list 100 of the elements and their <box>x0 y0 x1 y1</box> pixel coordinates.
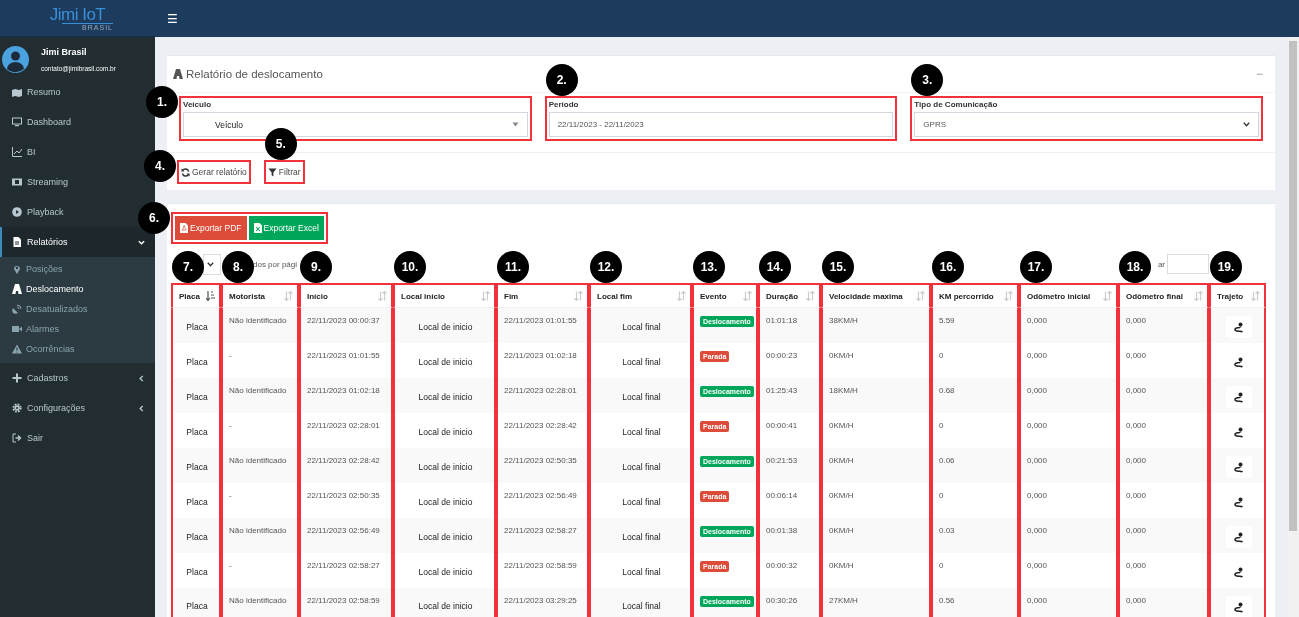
table-cell: Placa <box>186 531 208 542</box>
table-cell: 0KM/H <box>829 456 854 465</box>
field-label: Veículo <box>183 100 212 109</box>
sort-icon <box>1004 291 1013 301</box>
chevron-down-icon <box>138 238 145 246</box>
table-cell: 00:00:41 <box>766 421 798 430</box>
sort-icon <box>284 291 293 301</box>
route-icon <box>1233 391 1244 403</box>
table-cell: 38KM/H <box>829 316 858 325</box>
route-icon <box>1233 496 1244 508</box>
table-cell: Placa <box>186 566 208 577</box>
film-icon <box>12 177 22 187</box>
table-cell: Local final <box>622 566 661 577</box>
sidebar-item[interactable]: Cadastros <box>0 363 155 393</box>
menu-toggle[interactable]: ☰ <box>163 9 182 28</box>
route-icon <box>1233 601 1244 613</box>
table-cell: Placa <box>186 461 208 472</box>
table-cell: - <box>229 491 232 500</box>
road-icon <box>12 284 22 294</box>
table-cell: Placa <box>186 391 208 402</box>
search-field[interactable] <box>1167 254 1209 274</box>
sidebar-item[interactable]: Dashboard <box>0 107 82 137</box>
table-cell: Placa <box>186 356 208 367</box>
table-cell: Local de inicio <box>418 461 473 472</box>
user-name: Jimi Brasil <box>41 46 88 57</box>
chevron-left-icon <box>138 404 145 412</box>
document-icon <box>12 237 22 247</box>
sort-icon <box>1103 291 1112 301</box>
table-cell: 0,000 <box>1126 421 1147 430</box>
submenu-item[interactable]: Posições <box>0 259 155 279</box>
route-icon <box>1233 356 1244 368</box>
route-button[interactable] <box>1225 316 1252 338</box>
route-button[interactable] <box>1225 456 1252 478</box>
chevron-down-icon <box>207 261 214 267</box>
export-pdf-button[interactable]: Exportar PDF <box>175 216 247 240</box>
route-button[interactable] <box>1225 526 1252 548</box>
route-button[interactable] <box>1225 386 1252 408</box>
table-cell: 0,000 <box>1027 561 1048 570</box>
table-cell: 5.59 <box>939 316 955 325</box>
table-cell: 0,000 <box>1126 386 1147 395</box>
route-icon <box>1233 531 1244 543</box>
table-cell: - <box>229 561 232 570</box>
dropdown[interactable]: Veículo <box>183 112 528 137</box>
dropdown[interactable]: GPRS <box>914 112 1259 137</box>
table-cell: Local de inicio <box>418 356 473 367</box>
table-cell: Placa <box>186 321 208 332</box>
generate-report-button[interactable]: Gerar relatório <box>177 160 251 184</box>
sidebar-item[interactable]: Sair <box>0 423 53 453</box>
table-cell: 22/11/2023 02:58:27 <box>307 561 380 570</box>
sidebar-item[interactable]: Playback <box>0 197 74 227</box>
table-cell: 22/11/2023 02:28:42 <box>307 456 380 465</box>
table-cell: 27KM/H <box>829 596 858 605</box>
table-cell: 00:21:53 <box>766 456 798 465</box>
table-cell: 0KM/H <box>829 351 854 360</box>
table-cell: Local de inicio <box>418 566 473 577</box>
table-cell: 0,000 <box>1027 316 1048 325</box>
table-cell: - <box>229 351 232 360</box>
submenu-item[interactable]: Ocorrências <box>0 339 155 359</box>
table-cell: 0.06 <box>939 456 955 465</box>
table-cell: 22/11/2023 03:29:25 <box>504 596 577 605</box>
table-cell: 22/11/2023 02:50:35 <box>307 491 380 500</box>
table-cell: Local de inicio <box>418 496 473 507</box>
table-cell: 0.03 <box>939 526 955 535</box>
table-cell: 22/11/2023 02:50:35 <box>504 456 577 465</box>
sidebar-item[interactable]: Resumo <box>0 77 71 107</box>
map-icon <box>12 87 22 97</box>
sidebar-item[interactable]: Streaming <box>0 167 79 197</box>
table-cell: Local final <box>622 461 661 472</box>
table-cell: 22/11/2023 02:58:59 <box>504 561 577 570</box>
sort-ascending-icon <box>206 291 215 301</box>
sidebar-item[interactable]: BI <box>0 137 46 167</box>
table-cell: 22/11/2023 02:58:59 <box>307 596 380 605</box>
spreadsheet-file-icon <box>253 223 262 233</box>
sidebar-item[interactable]: Configurações <box>0 393 155 423</box>
scrollbar[interactable] <box>1287 37 1299 617</box>
table-cell: 18KM/H <box>829 386 858 395</box>
sidebar-item[interactable]: Relatórios <box>0 227 155 257</box>
route-button[interactable] <box>1225 596 1252 617</box>
field-label: Período <box>548 100 580 109</box>
table-cell: 00:30:26 <box>766 596 798 605</box>
table-cell: 0,000 <box>1126 526 1147 535</box>
table-cell: Placa <box>186 496 208 507</box>
panel-title: Relatório de deslocamento <box>186 68 323 80</box>
road-icon <box>173 69 183 79</box>
table-cell: Local de inicio <box>418 426 473 437</box>
table-cell: 01:01:18 <box>766 316 798 325</box>
submenu-item[interactable]: Desatualizados <box>0 299 155 319</box>
table-cell: 0.68 <box>939 386 955 395</box>
sort-icon <box>677 291 686 301</box>
table-cell: 0,000 <box>1126 561 1147 570</box>
date-range-field[interactable]: 22/11/2023 - 22/11/2023 <box>548 112 894 137</box>
table-cell: Local de inicio <box>418 321 473 332</box>
filter-button[interactable]: Filtrar <box>263 160 305 184</box>
submenu-item[interactable]: Deslocamento <box>0 279 155 299</box>
table-cell: 0,000 <box>1027 386 1048 395</box>
table-cell: 0 <box>939 491 944 500</box>
table-cell: 0 <box>939 421 944 430</box>
table-cell: Local final <box>622 391 661 402</box>
submenu-item[interactable]: Alarmes <box>0 319 155 339</box>
table-cell: 0 <box>939 351 944 360</box>
